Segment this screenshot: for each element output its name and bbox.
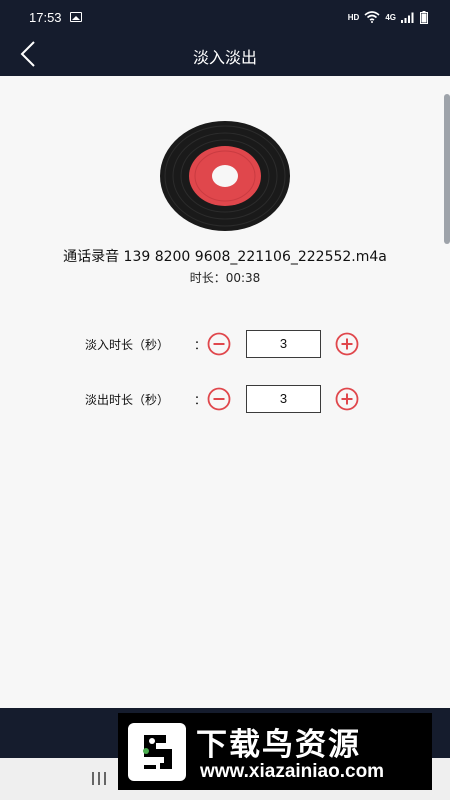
fade-in-row: 淡入时长（秒） ： 3 (85, 330, 375, 358)
vinyl-disc-icon (160, 121, 290, 231)
status-bar: 17:53 HD 4G (0, 0, 450, 34)
title-bar: 淡入淡出 (0, 34, 450, 76)
fade-in-label: 淡入时长（秒） (85, 338, 170, 352)
hd-label: HD (347, 12, 360, 22)
battery-icon (420, 10, 428, 24)
page-title: 淡入淡出 (192, 48, 257, 67)
fade-in-increase-button[interactable] (335, 332, 359, 356)
image-icon (69, 12, 82, 22)
bird-logo-icon (128, 723, 186, 781)
fade-out-increase-button[interactable] (335, 387, 359, 411)
fade-out-label: 淡出时长（秒） (85, 393, 170, 407)
watermark-title: 下载鸟资源 (196, 727, 361, 763)
file-duration: 时长：00:38 (189, 271, 261, 285)
fade-in-decrease-button[interactable] (207, 332, 231, 356)
recent-apps-icon[interactable] (92, 772, 106, 785)
main-content: 通话录音 139 8200 9608_221106_222552.m4a 时长：… (0, 76, 450, 708)
watermark-banner: 下载鸟资源 www.xiazainiao.com (118, 713, 432, 790)
scrollbar[interactable] (444, 94, 450, 244)
network-gen-label: 4G (385, 12, 396, 22)
fade-in-colon: ： (194, 338, 207, 352)
screen: 17:53 HD 4G 淡入淡出 通话录音 139 8200 9608_2211… (0, 0, 450, 800)
wifi-icon (364, 11, 380, 23)
status-icons: HD 4G (347, 10, 428, 24)
file-name: 通话录音 139 8200 9608_221106_222552.m4a (63, 249, 387, 265)
fade-out-value-input[interactable]: 3 (246, 385, 321, 413)
fade-out-row: 淡出时长（秒） ： 3 (85, 385, 375, 413)
watermark-url: www.xiazainiao.com (200, 761, 385, 782)
signal-icon (401, 12, 414, 23)
fade-out-decrease-button[interactable] (207, 387, 231, 411)
fade-in-value-input[interactable]: 3 (246, 330, 321, 358)
fade-out-colon: ： (194, 393, 207, 407)
status-time: 17:53 (29, 9, 62, 25)
